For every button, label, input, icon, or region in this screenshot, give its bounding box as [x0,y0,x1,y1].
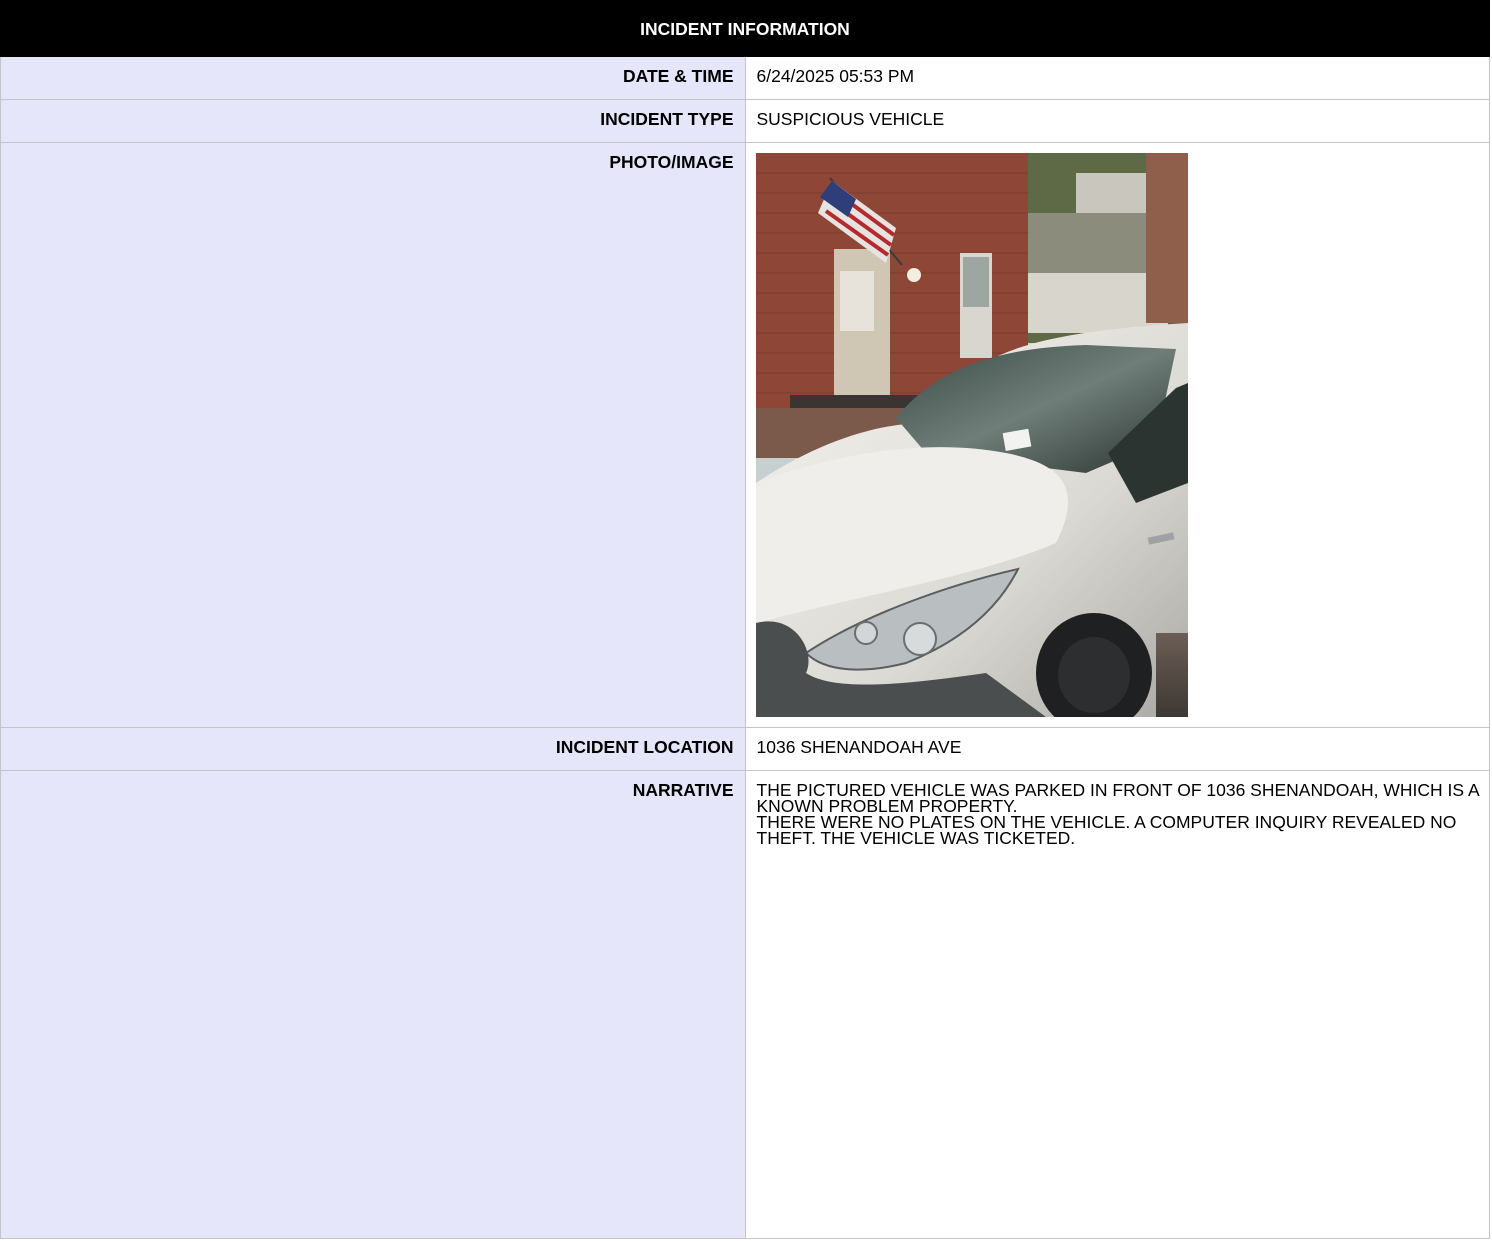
photo-cell [744,142,1490,728]
vehicle-photo[interactable] [755,153,1188,717]
narrative-cell: THE PICTURED VEHICLE WAS PARKED IN FRONT… [744,770,1490,1239]
narrative-text: THE PICTURED VEHICLE WAS PARKED IN FRONT… [756,780,1479,848]
incident-location-label: INCIDENT LOCATION [0,727,746,771]
date-time-label: DATE & TIME [0,56,746,100]
report-title: INCIDENT INFORMATION [0,0,1490,57]
incident-location-value: 1036 SHENANDOAH AVE [744,727,1490,771]
incident-type-value: SUSPICIOUS VEHICLE [744,99,1490,143]
incident-report-table: INCIDENT INFORMATION DATE & TIME 6/24/20… [0,0,1490,1239]
incident-type-label: INCIDENT TYPE [0,99,746,143]
photo-label: PHOTO/IMAGE [0,142,746,728]
narrative-label: NARRATIVE [0,770,746,1239]
date-time-value: 6/24/2025 05:53 PM [744,56,1490,100]
